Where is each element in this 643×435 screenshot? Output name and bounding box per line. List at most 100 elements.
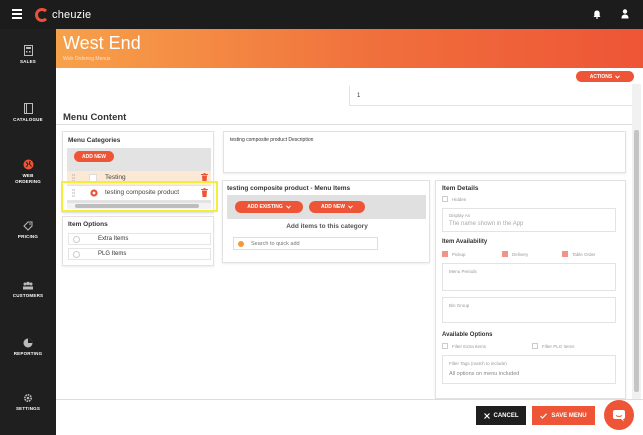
tag-icon [23,221,33,231]
page-header: West End Web Ordering Menus [56,29,643,68]
delivery-label: Delivery [512,252,529,257]
people-icon [23,281,33,290]
available-options-title: Available Options [442,332,493,338]
hidden-label: Hidden [452,197,467,202]
sidebar-item-settings[interactable]: SETTINGS [0,393,56,411]
menu-items-title: testing composite product - Menu Items [227,185,351,192]
globe-icon [23,159,33,170]
sidebar-item-label: PRICING [17,234,39,239]
vertical-scrollbar[interactable] [632,84,641,399]
add-existing-label: ADD EXISTING [247,204,283,210]
item-details-card: Item Details Hidden Display As The name … [435,180,626,399]
selected-category-highlight [61,181,218,212]
bin-group-field[interactable]: Bin Group [442,297,616,323]
menu-items-toolbar: ADD EXISTING ADD NEW [227,195,426,219]
actions-button[interactable]: ACTIONS [576,71,634,82]
menu-categories-title: Menu Categories [68,137,121,144]
filter-extra-label: Filter Extra Items [452,344,487,349]
display-as-field[interactable]: Display As The name shown in the App [442,208,616,232]
filter-tags-label: Filter Tags (match to include) [449,361,507,366]
sidebar-item-label: CATALOGUE [13,117,43,122]
pickup-label: Pickup [452,252,466,257]
add-category-button[interactable]: ADD NEW [74,151,114,162]
chevron-down-icon [348,205,353,209]
pickup-checkbox[interactable] [442,251,448,257]
menu-content-heading: Menu Content [63,112,127,123]
chevron-down-icon [285,205,291,209]
search-icon [238,241,244,247]
sidebar-item-label: SALES [19,59,36,64]
sidebar-item-label: WEB ORDERING [15,173,41,184]
display-as-label: Display As [449,213,471,218]
checkmark-icon [540,412,548,419]
sidebar: SALES CATALOGUE WEB ORDERING PRICING CUS… [0,29,56,435]
add-new-item-button[interactable]: ADD NEW [309,201,365,213]
brand-logo[interactable]: cheuzie [35,7,91,23]
filter-extra-checkbox[interactable] [442,343,448,349]
menu-items-card: testing composite product - Menu Items A… [222,180,430,263]
menu-periods-field[interactable]: Menu Periods [442,263,616,291]
gear-icon [23,393,33,403]
logo-mark-icon [35,8,49,22]
option-label: PLG Items [98,251,127,257]
position-field[interactable]: 1 [349,86,632,106]
item-details-title: Item Details [442,185,479,192]
page-title: West End [63,33,141,53]
cancel-label: CANCEL [493,412,519,419]
pie-chart-icon [23,338,33,348]
actions-label: ACTIONS [589,73,613,80]
save-menu-button[interactable]: SAVE MENU [532,406,595,425]
chat-button[interactable] [604,400,634,430]
scrollbar-thumb[interactable] [634,130,639,392]
sidebar-item-label: CUSTOMERS [12,293,44,298]
footer-bar: CANCEL SAVE MENU [56,399,643,435]
sidebar-item-catalogue[interactable]: CATALOGUE [0,103,56,122]
bin-group-label: Bin Group [449,303,470,308]
main-content: 1 Menu Content Menu Categories ADD NEW T… [56,84,632,399]
option-row-extra-items[interactable]: Extra Items [68,233,211,245]
chat-bubble-icon [613,409,625,421]
position-value: 1 [357,93,361,99]
quick-add-search[interactable] [233,237,378,250]
display-as-placeholder: The name shown in the App [449,221,524,227]
empty-items-message: Add items to this category [286,223,368,230]
item-availability-title: Item Availability [442,239,488,245]
filter-plg-checkbox[interactable] [532,343,538,349]
sidebar-item-label: REPORTING [13,351,43,356]
add-existing-button[interactable]: ADD EXISTING [235,201,303,213]
description-field[interactable]: testing composite product Description [223,131,626,173]
page-subtitle: Web Ordering Menus [63,56,111,62]
sidebar-item-customers[interactable]: CUSTOMERS [0,281,56,298]
menu-periods-label: Menu Periods [449,269,477,274]
user-icon[interactable] [621,9,629,19]
add-category-label: ADD NEW [82,153,106,160]
sidebar-item-label: SETTINGS [15,406,41,411]
filter-plg-label: Filter PLG Items [542,344,575,349]
item-options-title: Item Options [68,221,108,228]
brand-name: cheuzie [52,9,92,21]
filter-tags-value: All options on menu included [449,371,520,377]
option-label: Extra Items [98,236,129,242]
save-menu-label: SAVE MENU [551,412,587,419]
option-row-plg-items[interactable]: PLG Items [68,248,211,260]
cancel-button[interactable]: CANCEL [476,406,526,425]
close-icon [483,412,490,419]
calculator-icon [23,45,33,56]
bell-icon[interactable] [593,10,601,19]
delivery-checkbox[interactable] [502,251,508,257]
sidebar-item-web-ordering[interactable]: WEB ORDERING [0,159,56,185]
radio-button[interactable] [73,236,80,243]
section-divider [56,124,632,125]
table-order-checkbox[interactable] [562,251,568,257]
sidebar-item-pricing[interactable]: PRICING [0,221,56,239]
radio-button[interactable] [73,251,80,258]
hamburger-menu-icon[interactable] [12,9,22,19]
book-icon [23,103,33,114]
sidebar-item-sales[interactable]: SALES [0,45,56,64]
sidebar-item-reporting[interactable]: REPORTING [0,338,56,356]
description-value: testing composite product Description [230,137,314,143]
hidden-checkbox[interactable] [442,196,448,202]
quick-add-search-input[interactable] [251,240,371,248]
category-name: Testing [105,174,126,181]
filter-tags-field[interactable]: Filter Tags (match to include) All optio… [442,355,616,384]
